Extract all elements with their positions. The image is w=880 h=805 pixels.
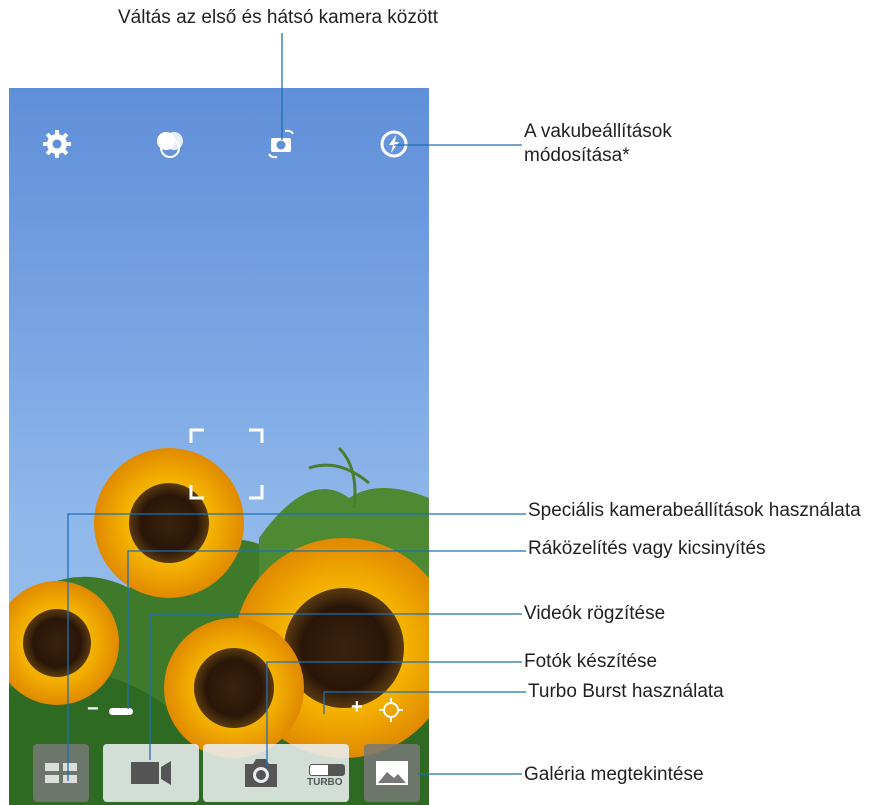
zoom-in-button[interactable]: +	[351, 696, 363, 719]
grid-icon	[45, 763, 77, 783]
callout-video: Videók rögzítése	[524, 603, 666, 624]
camera-viewfinder[interactable]: − + TURBO	[9, 88, 429, 805]
callout-flash-line2: módosítása*	[524, 145, 630, 166]
turbo-label: TURBO	[307, 777, 343, 788]
scene-illustration	[9, 428, 429, 805]
record-video-button[interactable]	[103, 744, 199, 802]
callout-turbo-burst: Turbo Burst használata	[528, 681, 724, 702]
callout-camera-switch: Váltás az első és hátsó kamera között	[118, 7, 438, 28]
camera-switch-icon[interactable]	[265, 128, 297, 160]
flash-auto-icon[interactable]	[378, 128, 410, 160]
zoom-out-button[interactable]: −	[87, 698, 99, 721]
special-settings-button[interactable]	[33, 744, 89, 802]
callout-photo: Fotók készítése	[524, 651, 658, 672]
gallery-button[interactable]	[364, 744, 420, 802]
shutter-button[interactable]: TURBO	[203, 744, 349, 802]
focus-target-icon[interactable]	[379, 698, 403, 727]
video-camera-icon	[131, 761, 171, 785]
zoom-slider[interactable]	[109, 708, 133, 715]
gear-icon[interactable]	[41, 128, 73, 160]
callout-gallery: Galéria megtekintése	[524, 764, 704, 785]
callout-flash-line1: A vakubeállítások	[524, 121, 672, 142]
callout-special-settings: Speciális kamerabeállítások használata	[528, 500, 861, 521]
callout-zoom: Ráközelítés vagy kicsinyítés	[528, 538, 766, 559]
turbo-toggle[interactable]	[309, 764, 345, 776]
gallery-icon	[376, 761, 408, 785]
color-effects-icon[interactable]	[154, 128, 186, 160]
